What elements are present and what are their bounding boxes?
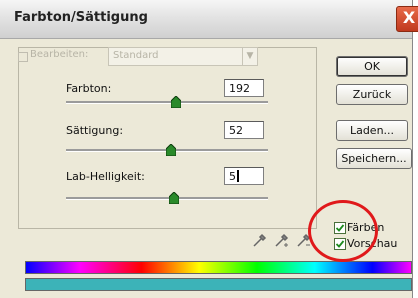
close-button[interactable]: X <box>396 6 418 32</box>
adjustment-group <box>18 47 317 229</box>
lightness-slider-track[interactable] <box>66 197 268 200</box>
reset-button[interactable]: Zurück <box>336 84 408 105</box>
output-color-bar <box>25 278 412 291</box>
annotation-circle <box>308 200 378 262</box>
eyedropper-icon[interactable] <box>252 232 268 248</box>
load-button[interactable]: Laden... <box>336 120 408 141</box>
lightness-value: 5 <box>229 170 236 183</box>
hue-input[interactable]: 192 <box>224 79 264 97</box>
ok-button[interactable]: OK <box>336 56 408 77</box>
save-button[interactable]: Speichern... <box>336 148 412 169</box>
input-hue-spectrum-bar <box>25 261 412 274</box>
edit-checkbox <box>18 52 28 62</box>
saturation-slider-thumb[interactable] <box>166 144 176 156</box>
saturation-input[interactable]: 52 <box>224 121 264 139</box>
text-caret <box>237 170 239 182</box>
edit-select-value: Standard <box>113 50 159 61</box>
hue-slider-thumb[interactable] <box>171 96 181 108</box>
lightness-label: Lab-Helligkeit: <box>66 170 145 183</box>
saturation-label: Sättigung: <box>66 124 124 137</box>
lightness-slider-thumb[interactable] <box>169 192 179 204</box>
dialog-title: Farbton/Sättigung <box>14 10 148 25</box>
hue-slider-track[interactable] <box>66 101 268 104</box>
edit-label: Bearbeiten: <box>28 49 91 60</box>
chevron-down-icon: ▼ <box>242 48 257 65</box>
edit-select: Standard ▼ <box>108 47 258 66</box>
eyedropper-plus-icon[interactable] <box>274 232 290 248</box>
lightness-input[interactable]: 5 <box>224 167 264 185</box>
title-bar: Farbton/Sättigung X <box>0 0 418 39</box>
hue-label: Farbton: <box>66 82 112 95</box>
